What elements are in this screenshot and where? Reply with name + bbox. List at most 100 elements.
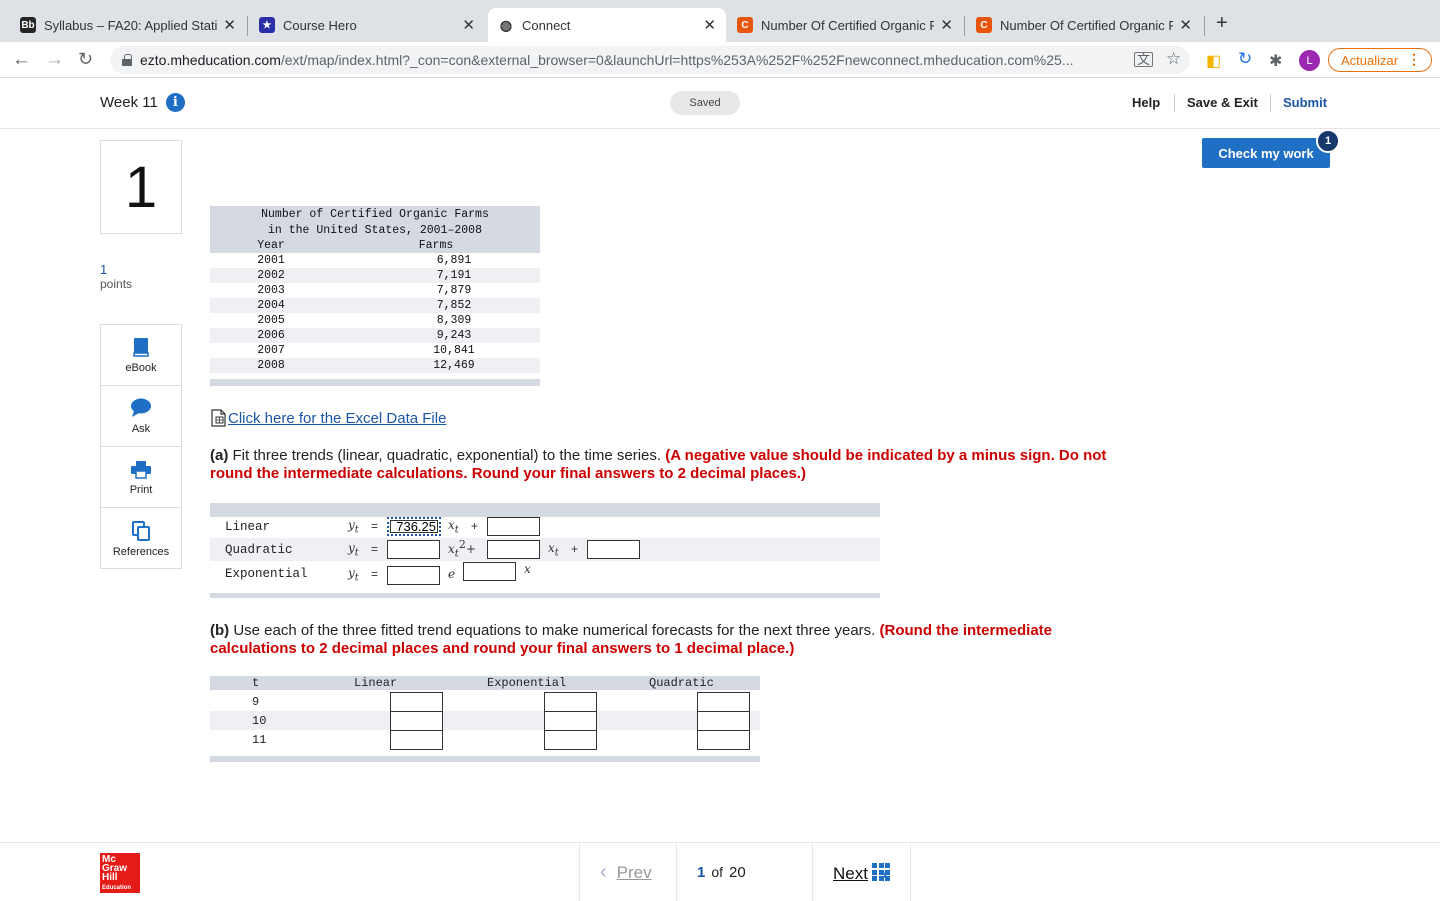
assignment-footer: Mc Graw Hill Education ‹ Prev 1 of 20 Next … [0,842,1440,901]
farms-cell: 12,469 [433,359,475,372]
forecast-exponential-input[interactable] [544,692,597,712]
close-tab-icon[interactable]: ✕ [1179,16,1192,34]
year-cell: 2006 [257,329,285,342]
year-cell: 2007 [257,344,285,357]
info-icon[interactable]: i [165,93,185,112]
tab-syllabus[interactable]: Bb Syllabus – FA20: Applied Statis ✕ [10,8,246,42]
ask-button[interactable]: Ask [101,386,181,447]
forecast-quadratic-input[interactable] [697,692,750,712]
trend-equations-table: Linear yt = xt + Quadratic yt = xt2+ xt … [210,503,880,598]
linear-slope-input[interactable] [387,517,441,536]
save-exit-link[interactable]: Save & Exit [1187,95,1258,110]
puzzle-icon[interactable]: ✱ [1269,51,1282,71]
submit-link[interactable]: Submit [1283,95,1327,110]
close-tab-icon[interactable]: ✕ [703,16,716,34]
quadratic-a-input[interactable] [387,540,440,559]
points-value: 1 [100,262,108,277]
quadratic-b-input[interactable] [487,540,540,559]
print-button[interactable]: Print [101,447,181,508]
row-label: Exponential [225,566,308,581]
extension-icon[interactable]: ◧ [1206,51,1221,71]
table-row: 2003 7,879 [210,283,540,298]
exponential-a-input[interactable] [387,566,440,585]
year-cell: 2005 [257,314,285,327]
close-tab-icon[interactable]: ✕ [462,16,475,34]
forecast-exponential-input[interactable] [544,711,597,731]
tab-title: Number Of Certified Organic F [761,17,935,33]
linear-intercept-input[interactable] [487,517,540,536]
e-symbol: e [448,567,456,581]
t-value: 10 [252,714,267,728]
bookmark-star-icon[interactable]: ☆ [1166,49,1181,69]
prev-button[interactable]: ‹ Prev [600,861,652,884]
forecast-row: 11 [210,730,760,750]
forecast-quadratic-input[interactable] [697,711,750,731]
tab-organic-farms-1[interactable]: C Number Of Certified Organic F ✕ [727,8,963,42]
check-my-work-button[interactable]: Check my work [1202,138,1330,168]
points-label: points [100,277,133,291]
year-cell: 2002 [257,269,285,282]
tab-organic-farms-2[interactable]: C Number Of Certified Organic F ✕ [966,8,1202,42]
y-t-symbol: yt [348,541,359,559]
farms-cell: 7,879 [436,284,472,297]
next-button[interactable]: Next › [833,861,887,887]
table-row: 2005 8,309 [210,313,540,328]
forecast-linear-input[interactable] [390,692,443,712]
translate-icon[interactable]: 文 [1134,52,1154,67]
sync-extension-icon[interactable]: ↻ [1238,49,1252,69]
part-label: (b) [210,622,230,639]
part-b-text: Use each of the three fitted trend equat… [229,622,880,639]
excel-data-link[interactable]: Click here for the Excel Data File [210,409,446,427]
year-cell: 2008 [257,359,285,372]
new-tab-icon[interactable]: + [1216,12,1228,35]
t-value: 9 [252,695,260,709]
references-button[interactable]: References [101,508,181,569]
chegg-icon: C [737,17,753,33]
tools-panel: eBook Ask Print References [100,324,182,569]
year-cell: 2003 [257,284,285,297]
tool-label: eBook [125,362,157,374]
reload-icon[interactable]: ↻ [78,49,93,70]
column-header-linear: Linear [354,676,398,690]
quadratic-c-input[interactable] [587,540,640,559]
update-label: Actualizar [1341,52,1399,68]
browser-toolbar: ← → ↻ ezto.mheducation.com /ext/map/inde… [0,42,1440,78]
back-icon[interactable]: ← [12,49,31,71]
x-t-symbol: xt [448,518,459,536]
profile-avatar[interactable]: L [1299,50,1320,71]
close-tab-icon[interactable]: ✕ [223,16,236,34]
y-t-symbol: yt [348,566,359,584]
forecast-linear-input[interactable] [390,730,443,750]
tool-label: Print [129,484,153,496]
prev-label: Prev [616,862,652,882]
forecast-linear-input[interactable] [390,711,443,731]
exponential-row: Exponential yt = e x [210,562,880,585]
close-tab-icon[interactable]: ✕ [940,16,953,34]
url-path: /ext/map/index.html?_con=con&external_br… [280,52,1074,68]
week-label: Week 11 [100,94,158,111]
forecast-header: t Linear Exponential Quadratic [210,676,760,690]
table-row: 2006 9,243 [210,328,540,343]
exponential-b-input[interactable] [463,562,516,581]
browser-tab-strip: Bb Syllabus – FA20: Applied Statis ✕ ★ C… [0,0,1440,42]
table-caption: in the United States, 2001–2008 [210,222,540,238]
menu-dots-icon: ⋮ [1407,51,1421,67]
column-header-t: t [252,676,260,690]
tab-course-hero[interactable]: ★ Course Hero ✕ [249,8,485,42]
page-of-label: of [711,864,724,880]
farms-cell: 10,841 [433,344,475,357]
update-button[interactable]: Actualizar ⋮ [1328,48,1432,72]
part-label: (a) [210,447,229,464]
forward-icon[interactable]: → [45,49,64,71]
forecast-exponential-input[interactable] [544,730,597,750]
help-link[interactable]: Help [1132,95,1160,110]
tab-connect[interactable]: ◍ Connect ✕ [488,8,726,42]
ebook-button[interactable]: eBook [101,325,181,386]
address-bar[interactable]: ezto.mheducation.com /ext/map/index.html… [110,46,1190,74]
column-header-quadratic: Quadratic [649,676,714,690]
part-a-text: Fit three trends (linear, quadratic, exp… [228,447,666,464]
excel-file-icon [211,409,226,427]
equals-sign: = [371,519,379,533]
book-icon [132,336,150,358]
forecast-quadratic-input[interactable] [697,730,750,750]
